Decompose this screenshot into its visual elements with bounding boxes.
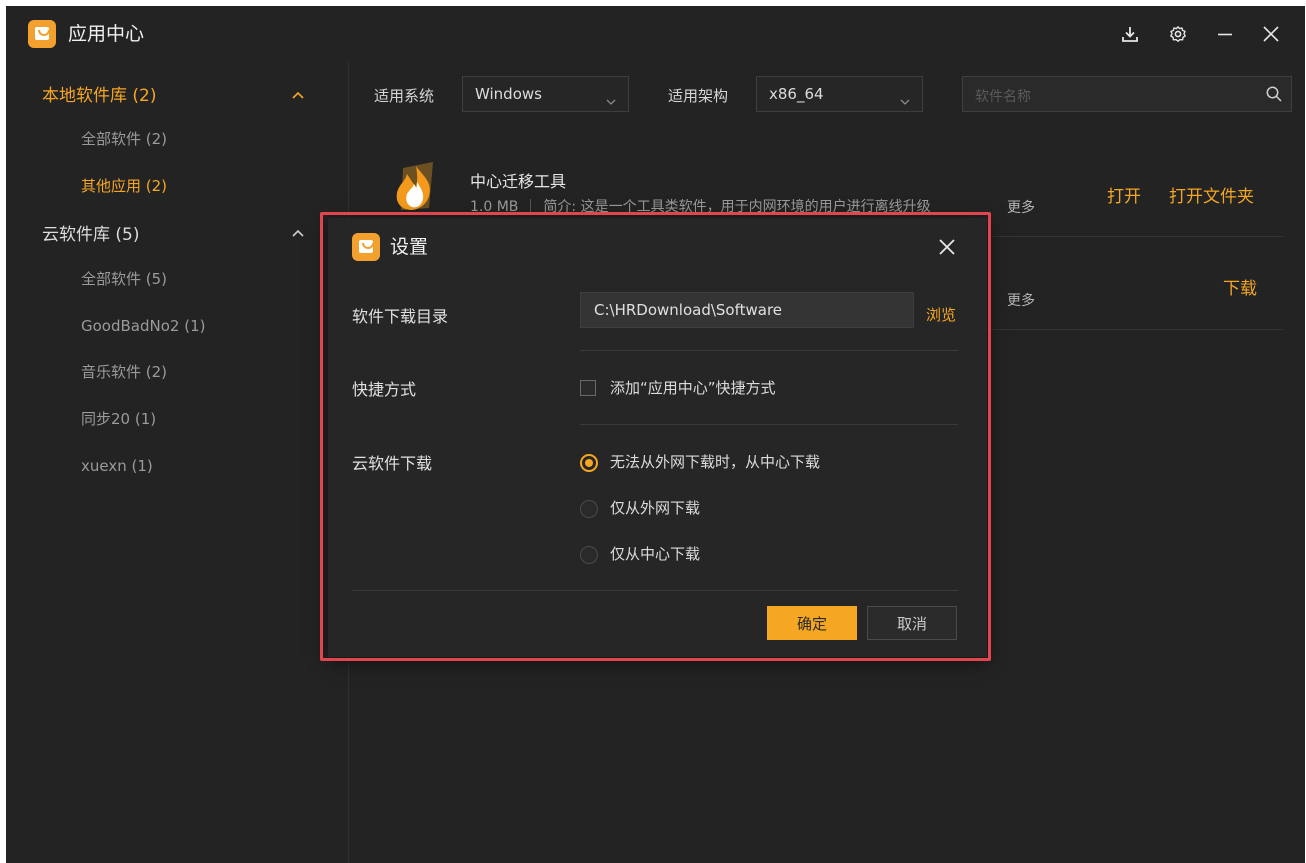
chevron-down-icon [900, 91, 910, 110]
title-bar: 应用中心 [6, 6, 1305, 62]
app-description: 简介: 这是一个工具类软件，用于内网环境的用户进行离线升级 [543, 199, 931, 215]
app-title: 应用中心 [68, 23, 145, 45]
arch-select[interactable]: x86_64 [756, 76, 923, 112]
shortcut-checkbox-label[interactable]: 添加“应用中心”快捷方式 [610, 378, 776, 398]
search-placeholder: 软件名称 [975, 89, 1031, 105]
radio-center-only[interactable] [580, 546, 598, 564]
sidebar-item-goodbadno2[interactable]: GoodBadNo2 (1) [81, 316, 205, 336]
browse-button[interactable]: 浏览 [926, 304, 956, 325]
sidebar: 本地软件库 (2) 全部软件 (2) 其他应用 (2) 云软件库 (5) 全部软… [6, 62, 349, 863]
os-select-value: Windows [475, 85, 542, 103]
radio-external-only[interactable] [580, 500, 598, 518]
app-size: 1.0 MB [470, 199, 519, 215]
download-dir-value: C:\HRDownload\Software [594, 301, 783, 319]
app-logo-icon [28, 20, 56, 48]
chevron-up-icon[interactable] [290, 88, 306, 104]
sidebar-item-music[interactable]: 音乐软件 (2) [81, 362, 167, 382]
shortcut-label: 快捷方式 [352, 380, 417, 399]
sidebar-item-xuexn[interactable]: xuexn (1) [81, 456, 153, 476]
download-icon[interactable] [1116, 20, 1144, 48]
radio-center-only-label[interactable]: 仅从中心下载 [610, 544, 700, 564]
sidebar-item-local-all[interactable]: 全部软件 (2) [81, 129, 167, 149]
os-select[interactable]: Windows [462, 76, 629, 112]
dialog-title: 设置 [390, 236, 429, 258]
sidebar-item-cloud-all[interactable]: 全部软件 (5) [81, 269, 167, 289]
cancel-button[interactable]: 取消 [867, 606, 957, 640]
settings-dialog: 设置 软件下载目录 C:\HRDownload\Software 浏览 快捷方式… [328, 218, 987, 657]
arch-filter-label: 适用架构 [668, 87, 729, 105]
more-link[interactable]: 更多 [1007, 197, 1035, 217]
app-logo-icon [352, 233, 380, 261]
cloud-download-label: 云软件下载 [352, 454, 433, 473]
sidebar-group-local[interactable]: 本地软件库 (2) [42, 85, 156, 107]
section-divider [580, 424, 958, 425]
app-meta: 1.0 MB 简介: 这是一个工具类软件，用于内网环境的用户进行离线升级 [470, 196, 931, 216]
chevron-up-icon[interactable] [290, 226, 306, 242]
more-link[interactable]: 更多 [1007, 290, 1035, 310]
sidebar-item-local-other[interactable]: 其他应用 (2) [81, 176, 167, 196]
arch-select-value: x86_64 [769, 85, 824, 103]
search-icon[interactable] [1265, 85, 1283, 107]
sidebar-item-sync20[interactable]: 同步20 (1) [81, 409, 156, 429]
meta-divider [530, 199, 532, 213]
open-button[interactable]: 打开 [1107, 182, 1141, 207]
download-dir-label: 软件下载目录 [352, 307, 449, 326]
sidebar-group-cloud[interactable]: 云软件库 (5) [42, 224, 139, 246]
search-input[interactable]: 软件名称 [962, 76, 1292, 112]
radio-center-fallback-label[interactable]: 无法从外网下载时，从中心下载 [610, 452, 820, 472]
shortcut-checkbox[interactable] [580, 380, 596, 396]
app-flame-icon [389, 160, 443, 216]
ok-button[interactable]: 确定 [767, 606, 857, 640]
open-folder-button[interactable]: 打开文件夹 [1169, 182, 1254, 207]
download-dir-input[interactable]: C:\HRDownload\Software [580, 292, 914, 328]
radio-center-fallback[interactable] [580, 454, 598, 472]
os-filter-label: 适用系统 [374, 87, 435, 105]
section-divider [580, 350, 958, 351]
app-name: 中心迁移工具 [470, 172, 567, 191]
minimize-icon[interactable] [1211, 20, 1239, 48]
download-button[interactable]: 下载 [1223, 274, 1257, 299]
close-icon[interactable] [934, 234, 960, 260]
chevron-down-icon [606, 91, 616, 110]
close-icon[interactable] [1257, 20, 1285, 48]
footer-divider [352, 590, 958, 591]
radio-external-only-label[interactable]: 仅从外网下载 [610, 498, 700, 518]
gear-icon[interactable] [1164, 20, 1192, 48]
